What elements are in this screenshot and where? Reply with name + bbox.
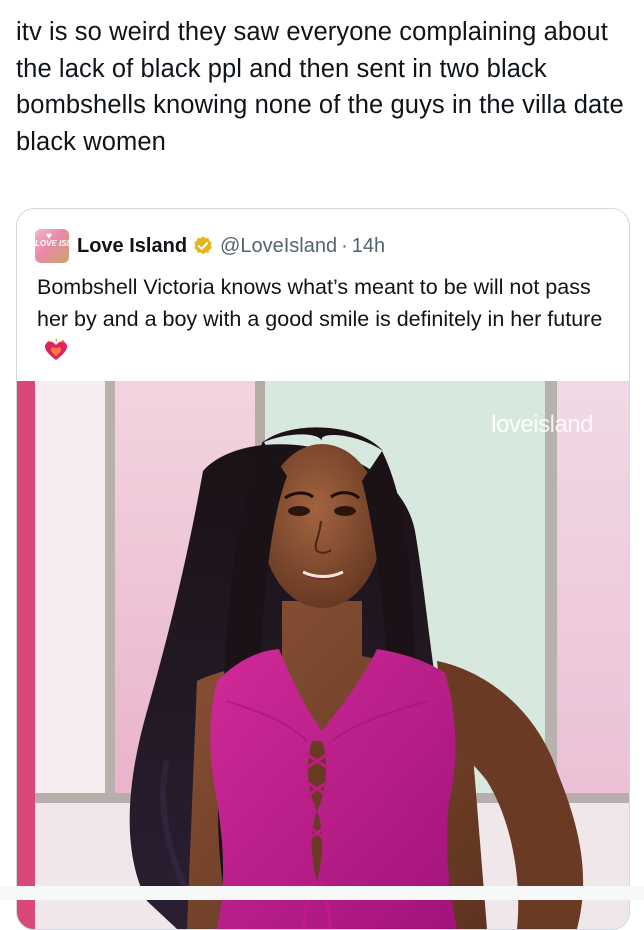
love-island-watermark: loveisland: [491, 411, 593, 439]
handle[interactable]: @LoveIsland: [220, 235, 337, 258]
heart-on-fire-emoji-icon: [43, 338, 69, 362]
woman-in-magenta-top-photo: [17, 381, 629, 929]
watermark-love: love: [491, 411, 534, 438]
verified-badge-icon: [192, 235, 214, 257]
quoted-tweet-card[interactable]: ♥ LOVE ISLAND Love Island @LoveIsland · …: [16, 208, 630, 930]
quoted-tweet-header: ♥ LOVE ISLAND Love Island @LoveIsland · …: [35, 229, 385, 263]
bottom-edge: [0, 886, 644, 900]
avatar[interactable]: ♥ LOVE ISLAND: [35, 229, 69, 263]
timestamp[interactable]: 14h: [352, 235, 385, 258]
tweet-text: itv is so weird they saw everyone compla…: [16, 18, 624, 156]
quoted-tweet-body: Bombshell Victoria knows what’s meant to…: [37, 275, 603, 331]
display-name[interactable]: Love Island: [77, 235, 187, 258]
avatar-logo-text: LOVE ISLAND: [35, 239, 69, 248]
watermark-island: island: [533, 411, 593, 438]
separator-dot: ·: [341, 234, 348, 257]
tweet-media-image[interactable]: loveisland: [17, 381, 629, 929]
quoted-tweet-text: Bombshell Victoria knows what’s meant to…: [37, 271, 607, 367]
